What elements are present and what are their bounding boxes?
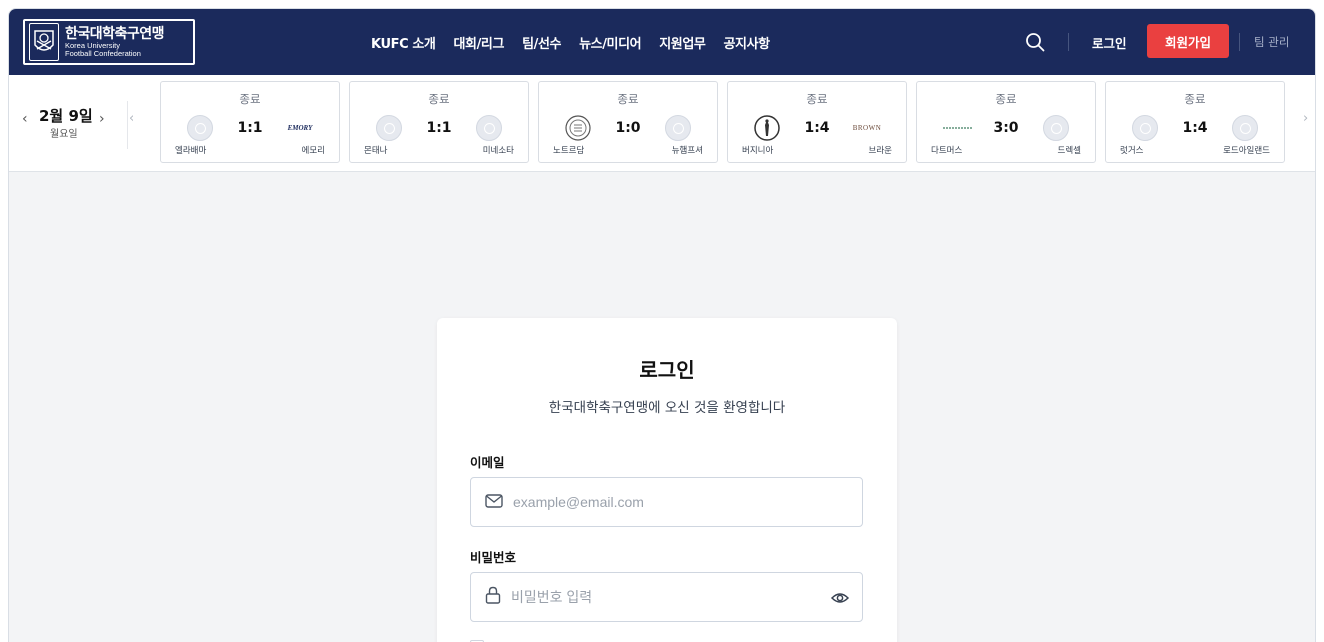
game-card[interactable]: 종료 3:0 다트머스 드렉셀 (916, 81, 1096, 163)
nav-item-about[interactable]: KUFC 소개 (371, 33, 436, 52)
nav-item-news[interactable]: 뉴스/미디어 (579, 33, 642, 52)
away-team: 뉴햄프셔 (671, 146, 703, 156)
game-card[interactable]: 종료 1:0 노트르담 뉴햄프셔 (538, 81, 718, 163)
game-cards: 종료 1:1 EMORY 엘라배마 에모리 종료 1:1 몬태나 미네소타 종료… (160, 81, 1285, 163)
lock-icon (485, 586, 501, 608)
login-link[interactable]: 로그인 (1092, 33, 1127, 52)
team-management-link[interactable]: 팀 관리 (1254, 34, 1289, 50)
main-nav: KUFC 소개 대회/리그 팀/선수 뉴스/미디어 지원업무 공지사항 (371, 9, 770, 75)
signup-button[interactable]: 회원가입 (1147, 24, 1229, 58)
logo-subtitle-2: Football Confederation (65, 49, 141, 58)
mail-icon (485, 493, 503, 512)
team-logo-icon (1230, 115, 1260, 141)
home-team: 몬태나 (364, 146, 388, 156)
team-logo-icon (474, 115, 504, 141)
browser-frame: 한국대학축구연맹 Korea University Football Confe… (8, 8, 1316, 642)
away-team: 미네소타 (482, 146, 514, 156)
strip-next-icon[interactable]: › (1303, 111, 1308, 126)
team-logo-icon (1041, 115, 1071, 141)
game-card[interactable]: 종료 1:1 몬태나 미네소타 (349, 81, 529, 163)
password-input[interactable] (511, 589, 811, 605)
game-status: 종료 (806, 92, 828, 106)
login-title: 로그인 (639, 358, 695, 382)
home-team: 노트르담 (553, 146, 585, 156)
game-status: 종료 (428, 92, 450, 106)
brown-logo-icon: BROWN (852, 115, 882, 141)
site-logo[interactable]: 한국대학축구연맹 Korea University Football Confe… (23, 19, 195, 65)
team-logo-icon (663, 115, 693, 141)
site-header: 한국대학축구연맹 Korea University Football Confe… (9, 9, 1315, 75)
nav-item-support[interactable]: 지원업무 (659, 33, 706, 52)
current-weekday: 월요일 (50, 129, 78, 140)
game-card[interactable]: 종료 1:4 럿거스 로드아일랜드 (1105, 81, 1285, 163)
email-label: 이메일 (470, 455, 505, 470)
team-logo-text: EMORY (287, 124, 313, 132)
game-status: 종료 (995, 92, 1017, 106)
search-icon[interactable] (1024, 31, 1046, 53)
game-status: 종료 (239, 92, 261, 106)
away-team: 브라운 (868, 146, 892, 156)
nav-item-notices[interactable]: 공지사항 (724, 33, 771, 52)
game-status: 종료 (1184, 92, 1206, 106)
current-date: 2월 9일 (39, 107, 93, 125)
login-subtitle: 한국대학축구연맹에 오신 것을 환영합니다 (548, 400, 786, 416)
eye-icon[interactable] (830, 588, 850, 608)
strip-prev-icon[interactable]: ‹ (129, 111, 134, 126)
password-label: 비밀번호 (470, 550, 517, 565)
email-input[interactable] (513, 494, 813, 510)
game-card[interactable]: 종료 1:4 BROWN 버지니아 브라운 (727, 81, 907, 163)
date-divider (127, 101, 128, 149)
login-card: 로그인 한국대학축구연맹에 오신 것을 환영합니다 이메일 비밀번호 (437, 318, 897, 642)
home-team: 럿거스 (1120, 146, 1144, 156)
away-team: 에모리 (301, 146, 325, 156)
emblem-icon (29, 23, 59, 61)
scores-strip: ‹ 2월 9일 › 월요일 ‹ 종료 1:1 EMORY 엘라배마 에모리 종료 (9, 75, 1315, 172)
chevron-right-icon[interactable]: › (99, 111, 105, 127)
emory-logo-icon: EMORY (285, 115, 315, 141)
email-field-wrapper (470, 477, 863, 527)
home-team: 버지니아 (742, 146, 774, 156)
nav-item-teams[interactable]: 팀/선수 (522, 33, 561, 52)
away-team: 드렉셀 (1057, 146, 1081, 156)
password-field-wrapper (470, 572, 863, 622)
home-team: 엘라배마 (175, 146, 207, 156)
home-team: 다트머스 (931, 146, 963, 156)
chevron-left-icon[interactable]: ‹ (22, 111, 28, 127)
away-team: 로드아일랜드 (1223, 146, 1270, 156)
date-navigator: ‹ 2월 9일 › 월요일 (19, 99, 137, 149)
nav-item-competitions[interactable]: 대회/리그 (453, 33, 504, 52)
header-divider (1068, 33, 1069, 51)
team-logo-text: BROWN (852, 124, 882, 132)
game-status: 종료 (617, 92, 639, 106)
header-divider (1239, 33, 1240, 51)
game-card[interactable]: 종료 1:1 EMORY 엘라배마 에모리 (160, 81, 340, 163)
logo-title: 한국대학축구연맹 (65, 26, 165, 42)
